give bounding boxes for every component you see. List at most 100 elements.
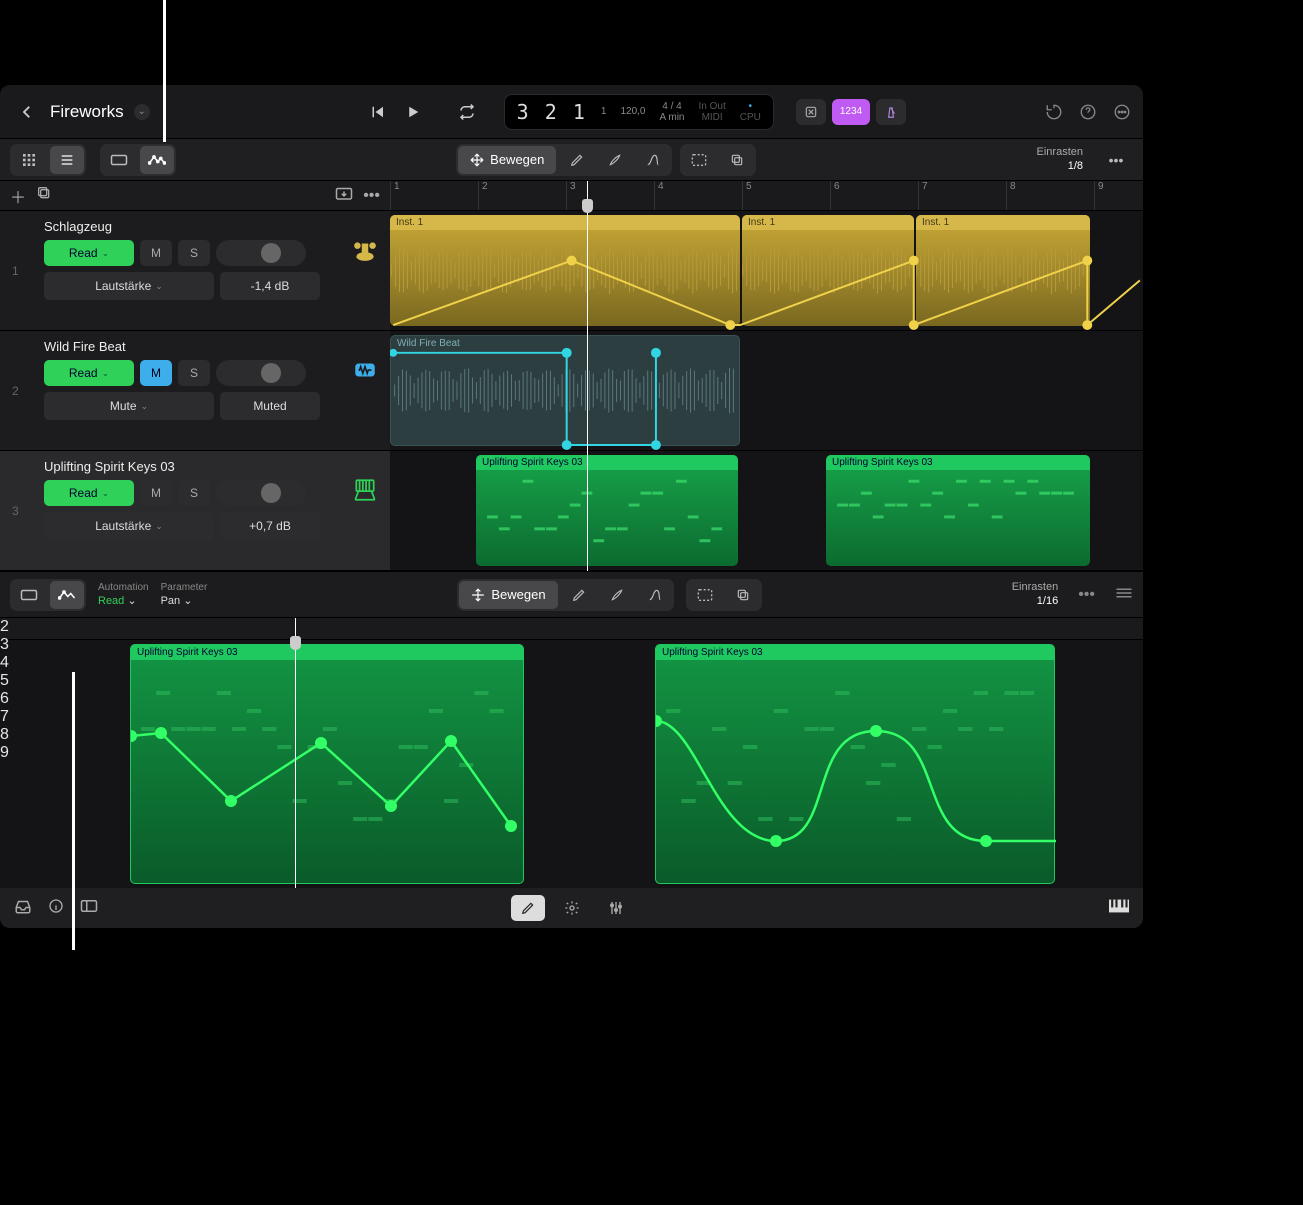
snap-display[interactable]: Einrasten 1/8: [1037, 146, 1083, 172]
track-name[interactable]: Schlagzeug: [44, 219, 380, 234]
snap-label: Einrasten: [1037, 146, 1083, 159]
track-import-button[interactable]: [335, 185, 353, 206]
editor-more-icon[interactable]: •••: [1078, 586, 1095, 604]
automation-value[interactable]: -1,4 dB: [220, 272, 320, 300]
solo-button[interactable]: S: [178, 360, 210, 386]
region[interactable]: Wild Fire Beat: [390, 335, 740, 446]
lcd-display[interactable]: 3 2 1 1 120,0 4 / 4 A min In Out MIDI • …: [504, 94, 774, 130]
editor-copy-tool-button[interactable]: [726, 581, 760, 609]
replace-mode-button[interactable]: [796, 99, 826, 125]
brush-tool-button[interactable]: [598, 146, 632, 174]
track-name[interactable]: Wild Fire Beat: [44, 339, 380, 354]
edit-mode-button[interactable]: [511, 895, 545, 921]
pencil-tool-button[interactable]: [560, 146, 594, 174]
automation-parameter-select[interactable]: Mute: [44, 392, 214, 420]
editor-region[interactable]: Uplifting Spirit Keys 03: [655, 644, 1055, 884]
region[interactable]: Uplifting Spirit Keys 03: [476, 455, 738, 566]
drums-icon: [352, 237, 378, 269]
region[interactable]: Uplifting Spirit Keys 03: [826, 455, 1090, 566]
track-lane[interactable]: Wild Fire Beat: [390, 331, 1143, 451]
transport-controls: [368, 103, 476, 121]
more-icon[interactable]: [1113, 103, 1131, 121]
playhead[interactable]: [587, 181, 588, 571]
solo-button[interactable]: S: [178, 480, 210, 506]
editor-automation-view-button[interactable]: [50, 581, 84, 609]
curve-tool-button[interactable]: [636, 146, 670, 174]
editor-curve-tool-button[interactable]: [638, 581, 672, 609]
solo-button[interactable]: S: [178, 240, 210, 266]
count-in-button[interactable]: 1234: [832, 99, 870, 125]
editor-playhead[interactable]: [295, 618, 296, 888]
editor-region[interactable]: Uplifting Spirit Keys 03: [130, 644, 524, 884]
undo-history-icon[interactable]: [1045, 103, 1063, 121]
piano-roll-icon[interactable]: [1109, 899, 1129, 917]
automation-mode-button[interactable]: Read: [44, 240, 134, 266]
header-right-icons: [1045, 103, 1131, 121]
track-header[interactable]: 1 Schlagzeug Read M S Lautstärke -1,4 dB: [0, 211, 390, 331]
play-button[interactable]: [404, 103, 422, 121]
editor-automation-mode[interactable]: Automation Read ⌄: [98, 581, 149, 608]
automation-value[interactable]: Muted: [220, 392, 320, 420]
editor-marquee-tool-button[interactable]: [688, 581, 722, 609]
editor-list-icon[interactable]: [1115, 586, 1133, 604]
region-label: Inst. 1: [916, 215, 1090, 230]
project-title[interactable]: Fireworks: [50, 102, 124, 122]
duplicate-track-button[interactable]: [36, 185, 52, 206]
editor-move-tool-button[interactable]: Bewegen: [459, 581, 557, 609]
mute-button[interactable]: M: [140, 240, 172, 266]
editor-pencil-tool-button[interactable]: [562, 581, 596, 609]
cycle-button[interactable]: [458, 103, 476, 121]
editor-ruler-tick: 2: [0, 618, 1143, 636]
track-lane[interactable]: Inst. 1Inst. 1Inst. 1: [390, 211, 1143, 331]
editor-body[interactable]: 23456789 Uplifting Spirit Keys 03 Uplift…: [0, 618, 1143, 888]
marquee-tool-button[interactable]: [682, 146, 716, 174]
automation-mode-button[interactable]: Read: [44, 360, 134, 386]
pan-knob[interactable]: [216, 240, 306, 266]
editor-snap-display[interactable]: Einrasten 1/16: [1012, 581, 1058, 607]
editor-region-view-button[interactable]: [12, 581, 46, 609]
automation-mode-button[interactable]: Read: [44, 480, 134, 506]
arrangement-view[interactable]: 123456789 Inst. 1Inst. 1Inst. 1 Wild Fir…: [390, 181, 1143, 571]
automation-view-button[interactable]: [140, 146, 174, 174]
editor-parameter-select[interactable]: Parameter Pan ⌄: [161, 581, 208, 608]
editor-brush-tool-button[interactable]: [600, 581, 634, 609]
mute-button[interactable]: M: [140, 360, 172, 386]
pan-knob[interactable]: [216, 360, 306, 386]
help-icon[interactable]: [1079, 103, 1097, 121]
toolbar-more-icon[interactable]: •••: [1099, 146, 1133, 174]
add-track-button[interactable]: ＋: [10, 184, 26, 208]
track-name[interactable]: Uplifting Spirit Keys 03: [44, 459, 380, 474]
lcd-time-signature: 4 / 4: [662, 101, 681, 112]
mute-button[interactable]: M: [140, 480, 172, 506]
info-icon[interactable]: [48, 898, 64, 918]
grid-view-button[interactable]: [12, 146, 46, 174]
annotation-line-bottom: [72, 672, 75, 950]
track-header[interactable]: 3 Uplifting Spirit Keys 03 Read M S Laut…: [0, 451, 390, 571]
editor-ruler[interactable]: 23456789: [0, 618, 1143, 640]
sidebar-toggle-icon[interactable]: [80, 899, 98, 917]
project-menu-chevron-icon[interactable]: ⌄: [134, 104, 150, 120]
timeline-ruler[interactable]: 123456789: [390, 181, 1143, 211]
region[interactable]: Inst. 1: [390, 215, 740, 326]
region[interactable]: Inst. 1: [742, 215, 914, 326]
automation-parameter-select[interactable]: Lautstärke: [44, 272, 214, 300]
track-header[interactable]: 2 Wild Fire Beat Read M S Mute Muted: [0, 331, 390, 451]
back-button[interactable]: [12, 99, 42, 125]
track-header-more-icon[interactable]: •••: [363, 187, 380, 205]
editor-lane[interactable]: Uplifting Spirit Keys 03 Uplifting Spiri…: [0, 640, 1143, 888]
track-lane[interactable]: Uplifting Spirit Keys 03 Uplifting Spirit…: [390, 451, 1143, 571]
inbox-icon[interactable]: [14, 898, 32, 918]
ruler-tick: 4: [654, 181, 664, 210]
automation-parameter-select[interactable]: Lautstärke: [44, 512, 214, 540]
move-tool-button[interactable]: Bewegen: [458, 146, 556, 174]
automation-value[interactable]: +0,7 dB: [220, 512, 320, 540]
mixer-icon[interactable]: [599, 895, 633, 921]
region[interactable]: Inst. 1: [916, 215, 1090, 326]
rewind-button[interactable]: [368, 103, 386, 121]
copy-tool-button[interactable]: [720, 146, 754, 174]
region-view-button[interactable]: [102, 146, 136, 174]
metronome-button[interactable]: [876, 99, 906, 125]
settings-gear-icon[interactable]: [555, 895, 589, 921]
pan-knob[interactable]: [216, 480, 306, 506]
list-view-button[interactable]: [50, 146, 84, 174]
